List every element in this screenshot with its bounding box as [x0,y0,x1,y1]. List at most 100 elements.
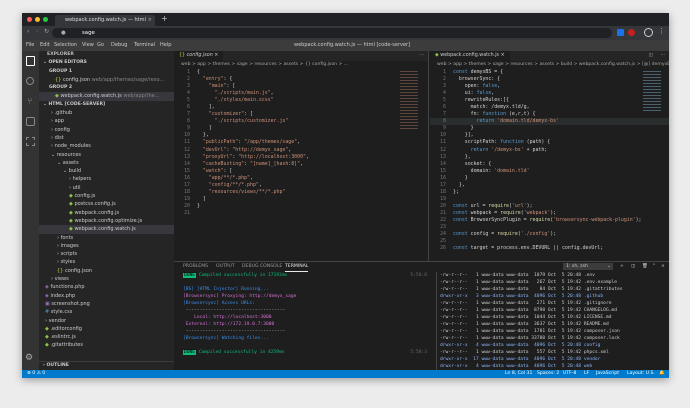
menu-edit[interactable]: Edit [40,40,50,51]
tab-config-json[interactable]: {} config.json × [174,51,224,61]
tab-debug-console[interactable]: DEBUG CONSOLE [242,262,282,271]
folder-item[interactable]: › helpers [39,175,174,183]
file-item[interactable]: ▣ screenshot.png [39,300,174,308]
file-item[interactable]: ◆ .editorconfig [39,325,174,333]
file-item[interactable]: ◆ webpack.config.optimize.js [39,217,174,225]
code-text: const demyxBS = { [453,69,504,75]
terminal-text: -rw-r--r-- 1 www-data www-data 1044 Oct … [440,315,612,320]
file-item[interactable]: # style.css [39,308,174,316]
terminal-pane-left[interactable]: DONE Compiled successfully in 17193ms 5:5… [183,272,433,356]
maximize-window-button[interactable] [43,17,48,22]
folder-item[interactable]: › app [39,117,174,125]
tab-webpack-watch[interactable]: ◆ webpack.config.watch.js × [430,51,510,61]
code-editor-right[interactable]: 1 const demyxBS = {2 browserSync: {3 open… [430,69,669,252]
folder-item[interactable]: › .github [39,109,174,117]
extensions-icon[interactable] [26,137,35,146]
folder-item[interactable]: › scripts [39,250,174,258]
tab-terminal[interactable]: TERMINAL [285,262,309,272]
minimize-window-button[interactable] [35,17,40,22]
close-window-button[interactable] [27,17,32,22]
problems-count[interactable]: ⊗ 0 ⚠ 0 [27,370,45,378]
maximize-panel-icon[interactable]: ⌃ [652,262,656,271]
language-mode[interactable]: JavaScript [596,370,619,378]
code-line: 7 fn: function (e,r,t) { [430,111,669,118]
file-item[interactable]: {} config.json [39,267,174,275]
breadcrumb[interactable]: web > app > themes > sage > resources > … [174,61,428,69]
folder-item[interactable]: › styles [39,258,174,266]
close-tab-icon[interactable]: × [501,53,505,58]
more-actions-icon[interactable]: ··· [660,51,665,61]
source-control-icon[interactable]: ⑂ [27,97,32,107]
file-item[interactable]: ◆ config.js [39,192,174,200]
new-tab-button[interactable]: + [161,14,168,23]
folder-item[interactable]: ⌄ assets [39,159,174,167]
terminal-pane-right[interactable]: -rw-r--r-- 1 www-data www-data 1079 Oct … [436,272,666,378]
debug-icon[interactable] [26,117,35,126]
tab-problems[interactable]: PROBLEMS [183,262,208,271]
open-editor-webpack-watch[interactable]: ◆ webpack.config.watch.js web/app/the... [39,92,174,101]
close-tab-icon[interactable]: × [214,53,218,58]
address-bar[interactable]: ● sage [52,28,612,38]
more-actions-icon[interactable]: ··· [419,51,424,61]
extension-icon[interactable] [617,29,624,36]
forward-icon[interactable]: › [36,28,38,35]
browser-menu-icon[interactable]: ⋮ [658,27,665,35]
menu-debug[interactable]: Debug [111,40,127,51]
reload-icon[interactable]: ↻ [44,28,49,35]
minimap[interactable] [643,71,661,111]
code-editor-left[interactable]: 1{2 "entry": {3 "main": [4 "./scripts/ma… [174,69,428,217]
extension-badge-icon[interactable] [628,29,635,36]
open-editor-config-json[interactable]: {} config.json web/app/themes/sage/reso.… [39,76,174,84]
folder-item[interactable]: › images [39,242,174,250]
kill-terminal-icon[interactable]: 🗑 [642,262,648,271]
file-item[interactable]: ◆ postcss.config.js [39,200,174,208]
split-editor-icon[interactable]: ◫ [648,51,653,61]
folder-item[interactable]: › node_modules [39,142,174,150]
minimap[interactable] [400,71,418,131]
new-terminal-icon[interactable]: + [620,262,624,271]
gear-icon[interactable]: ⚙ [25,353,33,363]
folder-item[interactable]: › vendor [39,317,174,325]
open-editors-section[interactable]: ⌄ OPEN EDITORS [39,59,174,67]
menu-go[interactable]: Go [97,40,104,51]
close-tab-icon[interactable]: × [148,15,152,26]
terminal-select[interactable]: 1: sh, zsh ⌄ [563,263,613,270]
file-item[interactable]: ◆ .eslintrc.js [39,333,174,341]
keyboard-layout[interactable]: Layout: U.S. [627,370,655,378]
menu-view[interactable]: View [82,40,94,51]
folder-item[interactable]: › util [39,184,174,192]
cursor-position[interactable]: Ln 8, Col 31 [505,370,532,378]
breadcrumb[interactable]: web > app > themes > sage > resources > … [430,61,669,69]
bell-icon[interactable]: 🔔 [659,370,665,378]
search-icon[interactable] [26,77,34,85]
folder-item[interactable]: › fonts [39,234,174,242]
folder-item[interactable]: › dist [39,134,174,142]
folder-item[interactable]: › config [39,126,174,134]
menu-bar: File Edit Selection View Go Debug Termin… [22,40,669,51]
file-item[interactable]: ◆ webpack.config.watch.js [39,225,174,234]
menu-file[interactable]: File [26,40,34,51]
explorer-icon[interactable] [26,56,35,66]
file-item[interactable]: ◈ functions.php [39,283,174,291]
menu-selection[interactable]: Selection [54,40,77,51]
profile-icon[interactable] [644,28,653,37]
menu-help[interactable]: Help [160,40,171,51]
tab-output[interactable]: OUTPUT [216,262,235,271]
workspace-root[interactable]: ⌄ HTML [CODE-SERVER] [39,101,174,109]
folder-item[interactable]: ⌄ resources [39,151,174,159]
folder-item[interactable]: › views [39,275,174,283]
outline-section[interactable]: › OUTLINE [39,361,174,369]
browser-tab[interactable]: webpack.config.watch.js — html × [55,15,155,26]
menu-terminal[interactable]: Terminal [134,40,155,51]
line-number: 1 [187,69,190,75]
indentation[interactable]: Spaces: 2 [537,370,559,378]
encoding[interactable]: UTF-8 [563,370,576,378]
file-item[interactable]: ◈ index.php [39,292,174,300]
folder-item[interactable]: ⌄ build [39,167,174,175]
file-item[interactable]: ◆ webpack.config.js [39,209,174,217]
close-panel-icon[interactable]: × [661,262,665,271]
split-terminal-icon[interactable]: ◫ [631,262,635,271]
back-icon[interactable]: ‹ [27,28,29,35]
file-item[interactable]: ◆ .gitattributes [39,341,174,349]
line-ending[interactable]: LF [584,370,589,378]
